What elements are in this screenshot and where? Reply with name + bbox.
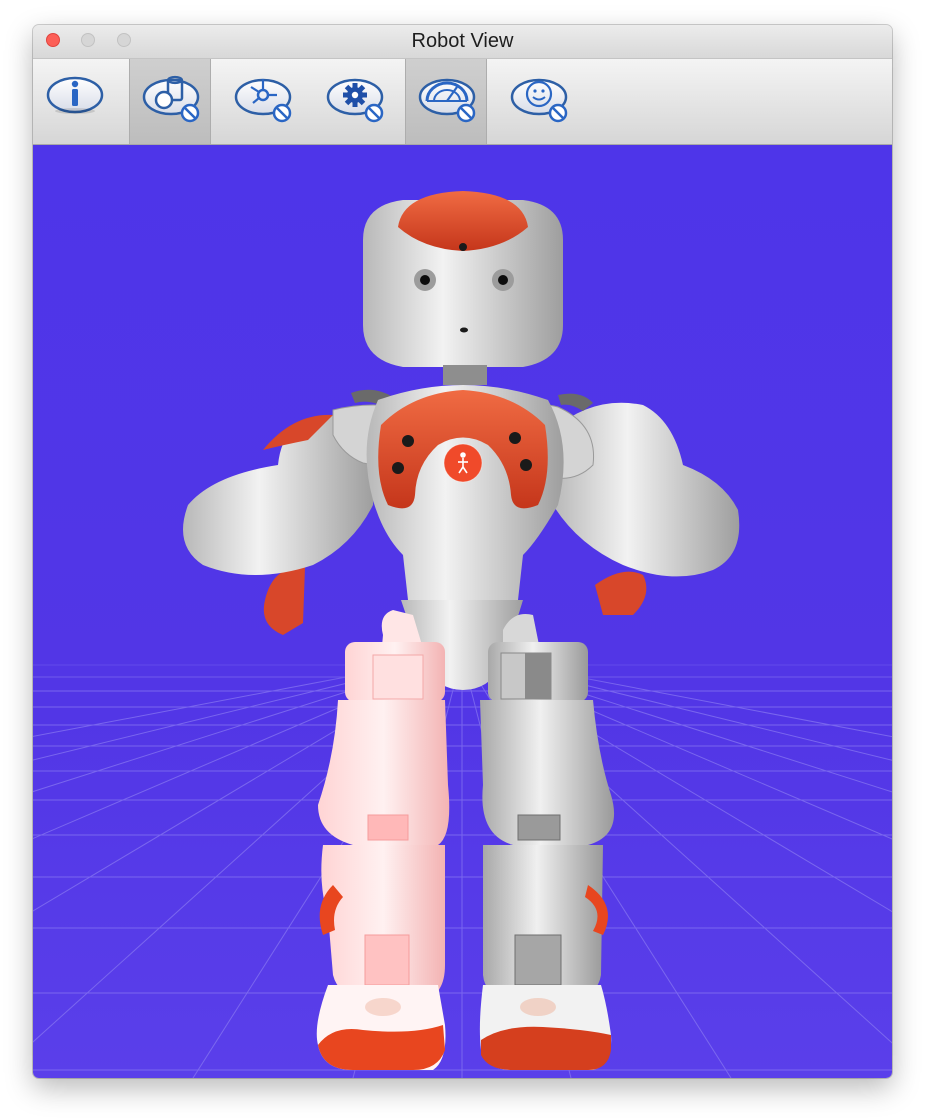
- info-button[interactable]: [33, 59, 115, 144]
- 3d-viewport[interactable]: [33, 145, 892, 1078]
- left-shoulder-pad: [263, 566, 305, 635]
- gear-disabled-icon: [326, 78, 384, 123]
- joints-button[interactable]: [221, 59, 303, 144]
- robot-scene: [33, 191, 892, 1078]
- smiley-disabled-icon: [510, 78, 568, 123]
- shapes-disabled-icon: [142, 75, 200, 123]
- field-of-view-button[interactable]: [405, 59, 487, 144]
- fov-disabled-icon: [418, 78, 476, 123]
- robot-view-window: Robot View: [33, 25, 892, 1078]
- collision-shapes-button[interactable]: [129, 59, 211, 144]
- window-title: Robot View: [411, 30, 514, 52]
- info-icon: [46, 76, 104, 114]
- face-detection-button[interactable]: [497, 59, 579, 144]
- right-shoulder-pad: [595, 571, 647, 615]
- title-bar[interactable]: Robot View: [33, 25, 892, 59]
- joint-axes-disabled-icon: [234, 78, 292, 123]
- toolbar: [33, 59, 892, 145]
- sensors-button[interactable]: [313, 59, 395, 144]
